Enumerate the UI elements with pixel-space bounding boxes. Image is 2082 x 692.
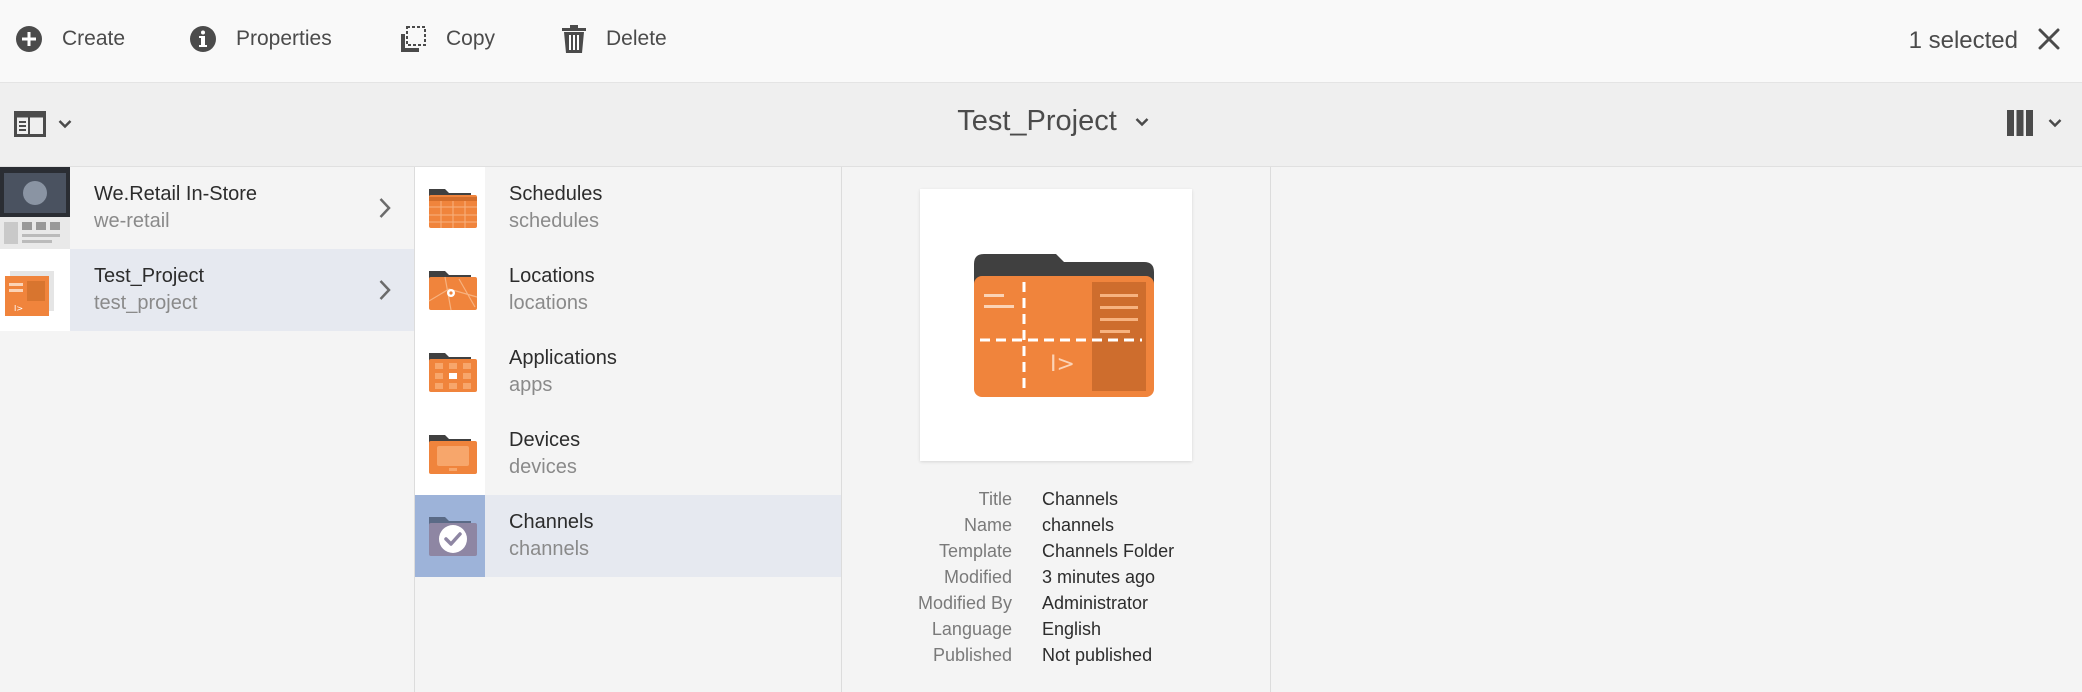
channels-folder-icon: I> bbox=[974, 254, 1154, 397]
list-item-locations[interactable]: Locations locations bbox=[415, 249, 841, 331]
list-item-we-retail[interactable]: We.Retail In-Store we-retail bbox=[0, 167, 414, 249]
list-item-channels[interactable]: Channels channels bbox=[415, 495, 841, 577]
property-modified-by: Modified By Administrator bbox=[917, 592, 1149, 613]
column-view: We.Retail In-Store we-retail I> Test_Pro… bbox=[0, 167, 2082, 692]
test-project-thumbnail: I> bbox=[0, 249, 70, 331]
list-item-schedules[interactable]: Schedules schedules bbox=[415, 167, 841, 249]
item-subtitle: channels bbox=[509, 538, 590, 560]
chevron-right-icon bbox=[379, 280, 391, 300]
title-bar: Test_Project bbox=[0, 83, 2082, 167]
item-title: Locations bbox=[509, 265, 595, 287]
schedules-thumbnail bbox=[415, 167, 485, 249]
list-item-devices[interactable]: Devices devices bbox=[415, 413, 841, 495]
property-language: Language English bbox=[931, 618, 1102, 639]
item-preview: I> bbox=[920, 189, 1192, 461]
item-subtitle: test_project bbox=[94, 292, 198, 314]
selection-status: 1 selected bbox=[1909, 20, 2060, 62]
add-circle-icon bbox=[16, 26, 42, 52]
copy-button[interactable]: Copy bbox=[398, 20, 495, 58]
page-title: Test_Project bbox=[957, 105, 1117, 137]
item-subtitle: schedules bbox=[509, 210, 600, 232]
chevron-right-icon bbox=[379, 198, 391, 218]
property-published: Published Not published bbox=[932, 644, 1153, 665]
locations-folder-icon bbox=[428, 271, 478, 311]
item-subtitle: devices bbox=[509, 456, 577, 478]
property-modified: Modified 3 minutes ago bbox=[943, 566, 1156, 587]
create-label: Create bbox=[62, 27, 126, 50]
property-name: Name channels bbox=[963, 514, 1115, 535]
projects-column: We.Retail In-Store we-retail I> Test_Pro… bbox=[0, 167, 415, 692]
item-subtitle: apps bbox=[509, 374, 553, 396]
devices-folder-icon bbox=[429, 435, 477, 474]
chevron-down-icon bbox=[2048, 119, 2062, 128]
folders-column: Schedules schedules Locations locations bbox=[415, 167, 842, 692]
trash-icon bbox=[562, 25, 586, 53]
item-subtitle: we-retail bbox=[94, 210, 170, 232]
list-item-test-project[interactable]: I> Test_Project test_project bbox=[0, 249, 414, 331]
close-selection-button[interactable] bbox=[2038, 28, 2060, 55]
property-title: Title Channels bbox=[978, 488, 1119, 509]
item-title: Devices bbox=[509, 429, 581, 451]
create-button[interactable]: Create bbox=[14, 20, 125, 58]
delete-label: Delete bbox=[606, 27, 667, 50]
item-title: Schedules bbox=[509, 183, 603, 205]
chevron-down-icon bbox=[1135, 117, 1149, 126]
item-title: Applications bbox=[509, 347, 617, 369]
applications-folder-icon bbox=[429, 353, 477, 392]
column-view-icon bbox=[2007, 110, 2033, 136]
selected-count: 1 selected bbox=[1908, 27, 2018, 54]
close-icon bbox=[2038, 28, 2060, 49]
item-title: Test_Project bbox=[94, 265, 205, 287]
locations-thumbnail bbox=[415, 249, 485, 331]
info-icon bbox=[190, 26, 216, 52]
project-title-dropdown[interactable]: Test_Project bbox=[933, 105, 1149, 138]
view-switcher-button[interactable] bbox=[2006, 109, 2062, 137]
svg-text:I>: I> bbox=[14, 304, 23, 313]
list-item-applications[interactable]: Applications apps bbox=[415, 331, 841, 413]
copy-label: Copy bbox=[446, 27, 496, 50]
applications-thumbnail bbox=[415, 331, 485, 413]
schedules-folder-icon bbox=[429, 189, 477, 228]
action-bar: Create Properties Copy Delete 1 selected bbox=[0, 0, 2082, 83]
properties-list: Title Channels Name channels Template Ch… bbox=[842, 486, 1271, 668]
details-column: I> Title Channels Name channels Template… bbox=[842, 167, 1271, 692]
copy-icon bbox=[401, 26, 426, 52]
devices-thumbnail bbox=[415, 413, 485, 495]
property-template: Template Channels Folder bbox=[938, 540, 1175, 561]
channels-thumbnail bbox=[415, 495, 485, 577]
delete-button[interactable]: Delete bbox=[560, 20, 667, 58]
item-title: Channels bbox=[509, 511, 594, 533]
we-retail-thumbnail bbox=[0, 167, 70, 249]
svg-text:I>: I> bbox=[1050, 352, 1075, 377]
item-subtitle: locations bbox=[509, 292, 588, 314]
properties-label: Properties bbox=[236, 27, 332, 50]
item-title: We.Retail In-Store bbox=[94, 183, 258, 205]
properties-button[interactable]: Properties bbox=[188, 20, 332, 58]
